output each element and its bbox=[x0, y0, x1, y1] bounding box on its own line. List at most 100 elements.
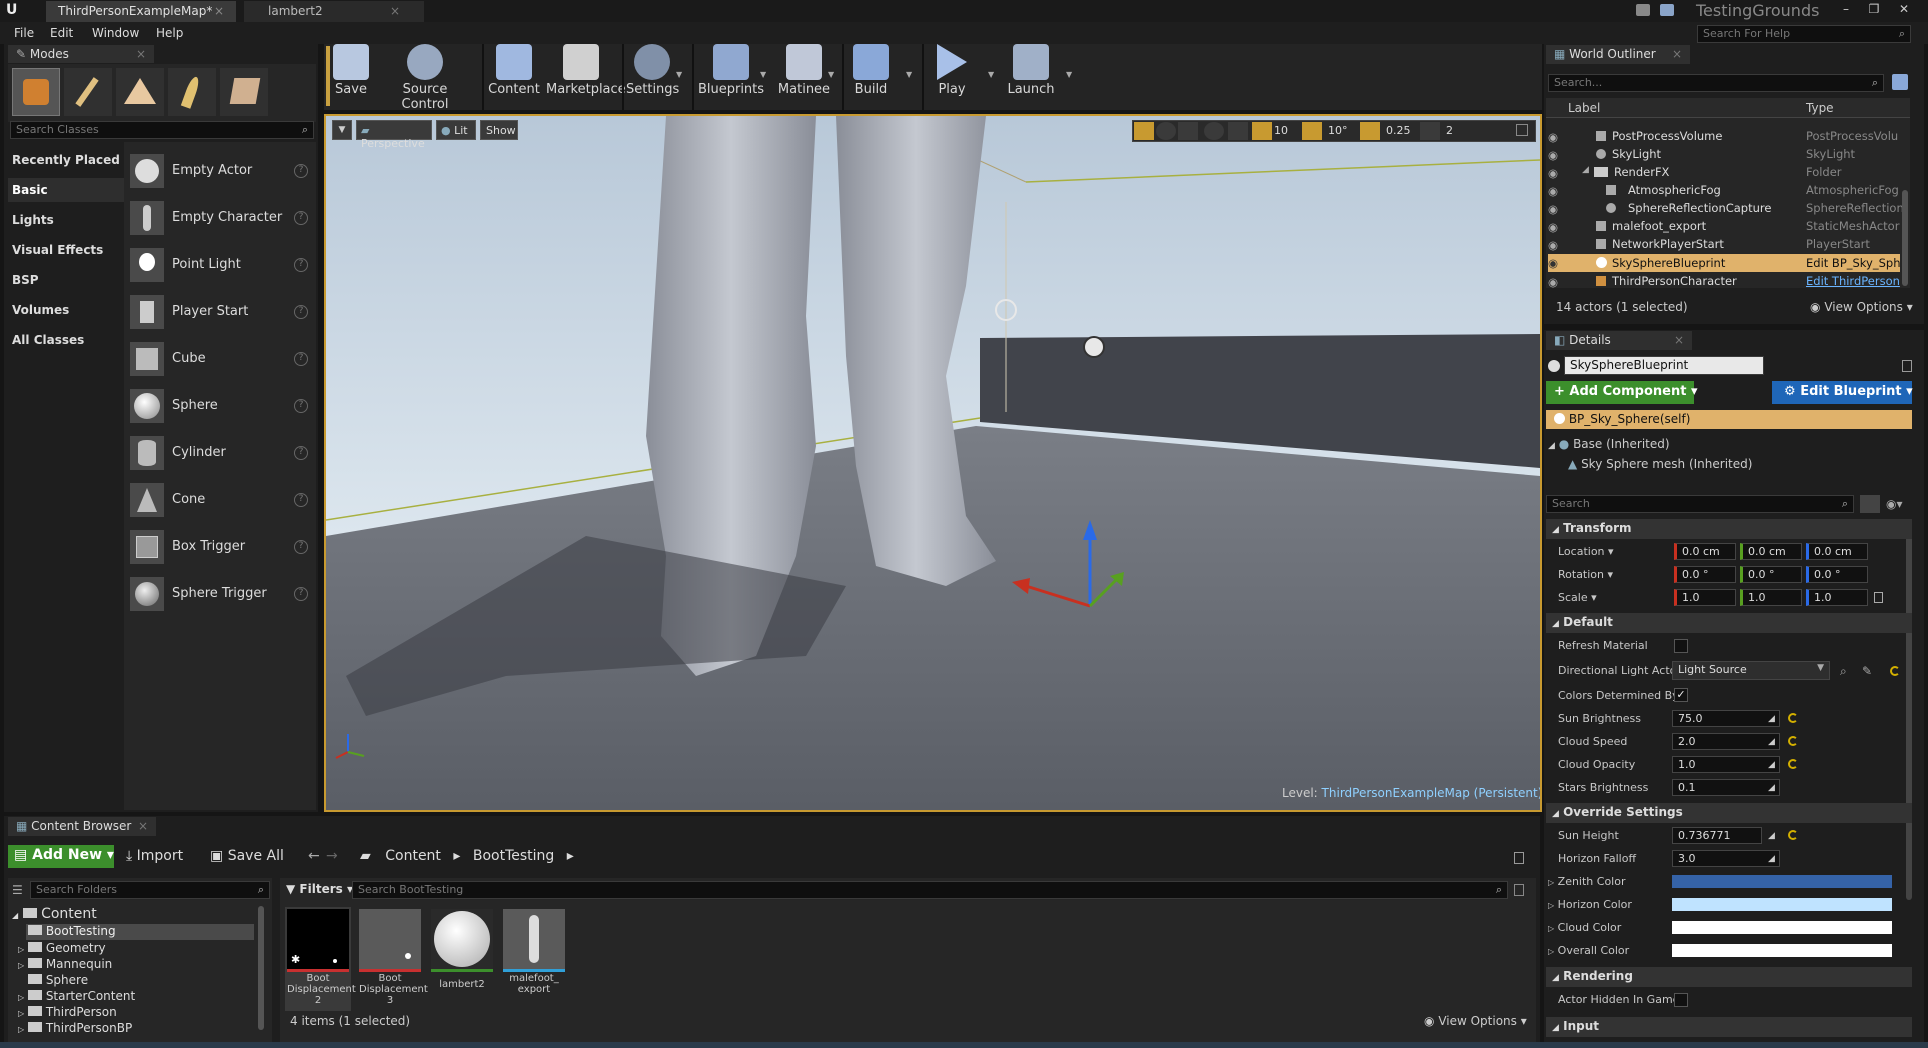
help-icon[interactable]: ? bbox=[294, 399, 308, 413]
folder-tree-thirdperson[interactable]: ▷ ThirdPerson bbox=[18, 1005, 117, 1019]
outliner-row[interactable]: ◉ ◢ RenderFX Folder bbox=[1548, 164, 1900, 181]
help-icon[interactable]: ? bbox=[294, 352, 308, 366]
breadcrumb-content[interactable]: Content bbox=[385, 848, 441, 864]
menu-help[interactable]: Help bbox=[156, 26, 183, 40]
forward-arrow-icon[interactable]: → bbox=[326, 848, 338, 864]
foliage-mode-icon[interactable] bbox=[168, 68, 216, 116]
edit-blueprint-button[interactable]: ⚙ Edit Blueprint ▾ bbox=[1772, 381, 1913, 404]
viewport-options-button[interactable]: ▼ bbox=[332, 120, 352, 140]
outliner-add-icon[interactable] bbox=[1892, 74, 1908, 90]
outliner-row[interactable]: ◉ malefoot_export StaticMeshActor bbox=[1548, 218, 1900, 235]
cloud-opacity-input[interactable]: 1.0 bbox=[1672, 756, 1780, 773]
viewport[interactable]: ▼ ▰ Perspective ● Lit Show 10 10° 0.25 2… bbox=[324, 114, 1542, 812]
sky-sphere-icon[interactable] bbox=[1083, 336, 1105, 358]
search-folders-input[interactable]: Search Folders ⌕ bbox=[30, 881, 270, 899]
overall-color-label[interactable]: ▷ Overall Color bbox=[1548, 944, 1629, 957]
blueprints-button[interactable]: Blueprints bbox=[696, 40, 766, 106]
drag-handle-icon[interactable]: ◢ bbox=[1768, 854, 1775, 864]
category-visual-effects[interactable]: Visual Effects bbox=[12, 243, 103, 257]
save-search-icon[interactable] bbox=[1514, 884, 1524, 896]
component-mesh-row[interactable]: ▲ Sky Sphere mesh (Inherited) bbox=[1568, 457, 1752, 471]
category-recently-placed[interactable]: Recently Placed bbox=[12, 153, 120, 167]
help-icon[interactable]: ? bbox=[294, 587, 308, 601]
perspective-button[interactable]: ▰ Perspective bbox=[356, 120, 432, 150]
horizon-color-swatch[interactable] bbox=[1672, 898, 1892, 911]
menu-edit[interactable]: Edit bbox=[50, 26, 73, 40]
visibility-filter-icon[interactable]: ◉▾ bbox=[1886, 497, 1903, 511]
actor-hidden-checkbox[interactable] bbox=[1674, 993, 1688, 1007]
search-classes-input[interactable]: Search Classes ⌕ bbox=[10, 121, 314, 139]
drag-handle-icon[interactable]: ◢ bbox=[1768, 783, 1775, 793]
overall-color-swatch[interactable] bbox=[1672, 944, 1892, 957]
rotate-icon[interactable] bbox=[1156, 122, 1176, 140]
drag-handle-icon[interactable]: ◢ bbox=[1768, 714, 1775, 724]
feedback-icon[interactable] bbox=[1660, 4, 1674, 16]
folder-tree-scrollbar[interactable] bbox=[258, 906, 264, 1030]
reset-to-default-icon[interactable] bbox=[1788, 736, 1798, 746]
landscape-mode-icon[interactable] bbox=[116, 68, 164, 116]
location-label[interactable]: Location ▾ bbox=[1558, 545, 1614, 558]
scale-z-input[interactable]: 1.0 bbox=[1806, 589, 1868, 606]
content-button[interactable]: Content bbox=[486, 40, 542, 106]
sources-toggle-icon[interactable]: ☰ bbox=[12, 883, 23, 897]
search-assets-input[interactable]: Search BootTesting ⌕ bbox=[352, 881, 1508, 899]
lock-icon[interactable] bbox=[1514, 852, 1524, 864]
geometry-mode-icon[interactable] bbox=[220, 68, 268, 116]
location-x-input[interactable]: 0.0 cm bbox=[1674, 543, 1736, 560]
actor-type-link[interactable]: Edit ThirdPerson bbox=[1806, 274, 1902, 288]
back-arrow-icon[interactable]: ← bbox=[308, 848, 320, 864]
asset-tile[interactable]: lambert2 bbox=[429, 907, 495, 1011]
location-y-input[interactable]: 0.0 cm bbox=[1740, 543, 1802, 560]
tab-map[interactable]: ThirdPersonExampleMap* × bbox=[46, 1, 236, 22]
chevron-down-icon[interactable]: ▼ bbox=[1066, 70, 1072, 79]
outliner-row[interactable]: ◉ ThirdPersonCharacter Edit ThirdPerson bbox=[1548, 273, 1900, 290]
help-icon[interactable]: ? bbox=[294, 493, 308, 507]
place-item-sphere-trigger[interactable]: Sphere Trigger? bbox=[130, 577, 310, 613]
notification-icon[interactable] bbox=[1636, 4, 1650, 16]
unreal-logo-icon[interactable]: U bbox=[6, 2, 24, 20]
component-base-row[interactable]: ◢ ● Base (Inherited) bbox=[1548, 437, 1670, 451]
minimize-button[interactable]: – bbox=[1834, 2, 1858, 18]
grid-size-value[interactable]: 10 bbox=[1274, 124, 1288, 137]
show-button[interactable]: Show bbox=[480, 120, 518, 140]
place-item-cone[interactable]: Cone? bbox=[130, 483, 310, 519]
section-rendering[interactable]: ◢ Rendering bbox=[1546, 967, 1912, 987]
category-bsp[interactable]: BSP bbox=[12, 273, 39, 287]
help-icon[interactable]: ? bbox=[294, 540, 308, 554]
help-icon[interactable]: ? bbox=[294, 305, 308, 319]
grid-snap-icon[interactable] bbox=[1252, 122, 1272, 140]
category-basic[interactable]: Basic bbox=[12, 183, 48, 197]
scale-x-input[interactable]: 1.0 bbox=[1674, 589, 1736, 606]
reset-to-default-icon[interactable] bbox=[1788, 759, 1798, 769]
category-all-classes[interactable]: All Classes bbox=[12, 333, 84, 347]
settings-button[interactable]: Settings bbox=[626, 40, 679, 106]
folder-tree-sphere[interactable]: ▷ Sphere bbox=[18, 973, 88, 987]
maximize-button[interactable]: ❐ bbox=[1862, 2, 1886, 18]
folder-tree-thirdpersonbp[interactable]: ▷ ThirdPersonBP bbox=[18, 1021, 132, 1035]
cloud-color-swatch[interactable] bbox=[1672, 921, 1892, 934]
details-search-input[interactable]: Search ⌕ bbox=[1546, 495, 1854, 513]
world-outliner-tab[interactable]: ▦ World Outliner × bbox=[1546, 45, 1690, 64]
folder-tree-mannequin[interactable]: ▷ Mannequin bbox=[18, 957, 112, 971]
chevron-down-icon[interactable]: ▼ bbox=[676, 70, 682, 79]
rotation-z-input[interactable]: 0.0 ° bbox=[1806, 566, 1868, 583]
visibility-eye-icon[interactable]: ◉ bbox=[1548, 275, 1558, 289]
colors-determined-checkbox[interactable]: ✓ bbox=[1674, 688, 1688, 702]
menu-window[interactable]: Window bbox=[92, 26, 139, 40]
launch-button[interactable]: Launch bbox=[1004, 40, 1058, 106]
folder-tree-boottesting[interactable]: BootTesting bbox=[26, 924, 254, 940]
visibility-eye-icon[interactable]: ◉ bbox=[1548, 184, 1558, 198]
add-component-button[interactable]: + Add Component ▾ bbox=[1546, 381, 1697, 404]
chevron-down-icon[interactable]: ▼ bbox=[828, 70, 834, 79]
close-window-button[interactable]: ✕ bbox=[1890, 2, 1918, 18]
asset-tile[interactable]: ✱ Boot Displacement 2 bbox=[285, 907, 356, 1011]
horizon-color-label[interactable]: ▷ Horizon Color bbox=[1548, 898, 1632, 911]
zenith-color-label[interactable]: ▷ Zenith Color bbox=[1548, 875, 1626, 888]
outliner-search-input[interactable]: Search... ⌕ bbox=[1548, 74, 1884, 92]
section-override-settings[interactable]: ◢ Override Settings bbox=[1546, 803, 1912, 823]
place-item-sphere[interactable]: Sphere? bbox=[130, 389, 310, 425]
content-view-options[interactable]: ◉ View Options ▾ bbox=[1424, 1014, 1527, 1028]
reset-to-default-icon[interactable] bbox=[1890, 666, 1900, 676]
directional-light-dropdown[interactable]: Light Source ▼ bbox=[1672, 661, 1830, 680]
picker-icon[interactable]: ✎ bbox=[1862, 664, 1872, 678]
